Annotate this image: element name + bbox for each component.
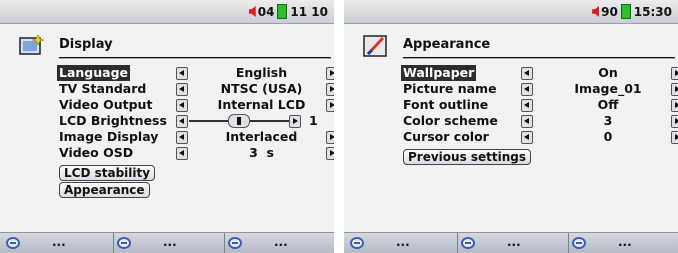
- arrow-left-icon[interactable]: [521, 131, 533, 144]
- arrow-left-icon[interactable]: [521, 83, 533, 96]
- setting-color-scheme[interactable]: Color scheme 3: [403, 113, 678, 129]
- clock: 11 10: [290, 4, 328, 19]
- setting-label: LCD Brightness: [59, 113, 167, 128]
- status-bar: 90 15:30: [344, 0, 678, 24]
- setting-cursor-color[interactable]: Cursor color 0: [403, 129, 678, 145]
- setting-lcd-brightness[interactable]: LCD Brightness 1: [59, 113, 334, 129]
- page-title: Display: [59, 37, 113, 52]
- setting-value: 0: [603, 129, 613, 144]
- setting-wallpaper[interactable]: Wallpaper On: [401, 65, 678, 81]
- setting-value: 3 s: [249, 145, 274, 160]
- battery-icon: [277, 4, 288, 19]
- arrow-right-icon[interactable]: [326, 147, 334, 160]
- softkey-button-icon: [572, 237, 586, 249]
- softkey-button-icon: [6, 237, 20, 249]
- softkey-button-icon: [228, 237, 242, 249]
- arrow-left-icon[interactable]: [176, 99, 188, 112]
- appearance-settings-screen: 90 15:30 Appearance Wallpaper On Picture…: [344, 0, 678, 253]
- display-settings-screen: 04 11 10 Display Language English TV Sta…: [0, 0, 334, 253]
- arrow-left-icon[interactable]: [521, 99, 533, 112]
- arrow-right-icon[interactable]: [326, 83, 334, 96]
- clock: 15:30: [633, 4, 672, 19]
- setting-value: NTSC (USA): [220, 81, 303, 96]
- volume-level: 04: [257, 4, 275, 19]
- arrow-right-icon[interactable]: [326, 131, 334, 144]
- brightness-slider-knob[interactable]: [228, 114, 250, 128]
- setting-value: Interlaced: [225, 129, 298, 144]
- softkey-1[interactable]: ...: [3, 233, 114, 253]
- arrow-left-icon[interactable]: [521, 67, 533, 80]
- setting-video-osd[interactable]: Video OSD 3 s: [59, 145, 334, 161]
- setting-label: Color scheme: [403, 113, 498, 128]
- previous-settings-button[interactable]: Previous settings: [403, 149, 532, 165]
- softkey-bar: ... ... ...: [0, 232, 334, 253]
- setting-value: On: [598, 65, 618, 80]
- speaker-icon: [248, 6, 256, 17]
- paint-brush-icon: [363, 35, 387, 57]
- setting-value: 1: [309, 113, 318, 128]
- setting-value: English: [235, 65, 288, 80]
- setting-picture-name[interactable]: Picture name Image_01: [403, 81, 678, 97]
- setting-label: Picture name: [403, 81, 497, 96]
- softkey-button-icon: [461, 237, 475, 249]
- arrow-left-icon[interactable]: [176, 67, 188, 80]
- arrow-right-icon[interactable]: [671, 83, 678, 96]
- setting-label: TV Standard: [59, 81, 147, 96]
- battery-icon: [620, 4, 631, 19]
- setting-label: Wallpaper: [401, 65, 477, 81]
- status-indicators: 90 15:30: [592, 4, 672, 19]
- arrow-right-icon[interactable]: [326, 99, 334, 112]
- appearance-button[interactable]: Appearance: [59, 182, 150, 198]
- arrow-left-icon[interactable]: [176, 83, 188, 96]
- title-divider: [59, 57, 331, 59]
- setting-value: Off: [597, 97, 619, 112]
- status-indicators: 04 11 10: [248, 4, 328, 19]
- setting-label: Video OSD: [59, 145, 134, 160]
- setting-value: Image_01: [574, 81, 642, 96]
- setting-language[interactable]: Language English: [57, 65, 334, 81]
- arrow-right-icon[interactable]: [671, 131, 678, 144]
- softkey-2[interactable]: ...: [458, 233, 569, 253]
- arrow-right-icon[interactable]: [671, 67, 678, 80]
- setting-font-outline[interactable]: Font outline Off: [403, 97, 678, 113]
- setting-value: Internal LCD: [217, 97, 306, 112]
- arrow-left-icon[interactable]: [176, 131, 188, 144]
- page-title: Appearance: [403, 37, 491, 52]
- setting-value: 3: [603, 113, 613, 128]
- volume-level: 90: [601, 4, 618, 19]
- arrow-left-icon[interactable]: [176, 147, 188, 160]
- arrow-right-icon[interactable]: [289, 115, 301, 128]
- arrow-right-icon[interactable]: [671, 115, 678, 128]
- setting-label: Image Display: [59, 129, 159, 144]
- display-settings-icon: [19, 34, 45, 55]
- setting-video-output[interactable]: Video Output Internal LCD: [59, 97, 334, 113]
- setting-label: Cursor color: [403, 129, 489, 144]
- setting-label: Font outline: [403, 97, 489, 112]
- status-bar: 04 11 10: [0, 0, 334, 24]
- speaker-icon: [592, 6, 600, 17]
- setting-tv-standard[interactable]: TV Standard NTSC (USA): [59, 81, 334, 97]
- arrow-right-icon[interactable]: [671, 99, 678, 112]
- setting-label: Language: [57, 65, 131, 81]
- softkey-3[interactable]: ...: [225, 233, 334, 253]
- arrow-right-icon[interactable]: [326, 67, 334, 80]
- title-divider: [403, 57, 675, 59]
- softkey-3[interactable]: ...: [569, 233, 678, 253]
- softkey-1[interactable]: ...: [347, 233, 458, 253]
- lcd-stability-button[interactable]: LCD stability: [59, 165, 156, 181]
- setting-image-display[interactable]: Image Display Interlaced: [59, 129, 334, 145]
- softkey-button-icon: [350, 237, 364, 249]
- arrow-left-icon[interactable]: [176, 115, 188, 128]
- softkey-bar: ... ... ...: [344, 232, 678, 253]
- softkey-2[interactable]: ...: [114, 233, 225, 253]
- setting-label: Video Output: [59, 97, 153, 112]
- arrow-left-icon[interactable]: [521, 115, 533, 128]
- softkey-button-icon: [117, 237, 131, 249]
